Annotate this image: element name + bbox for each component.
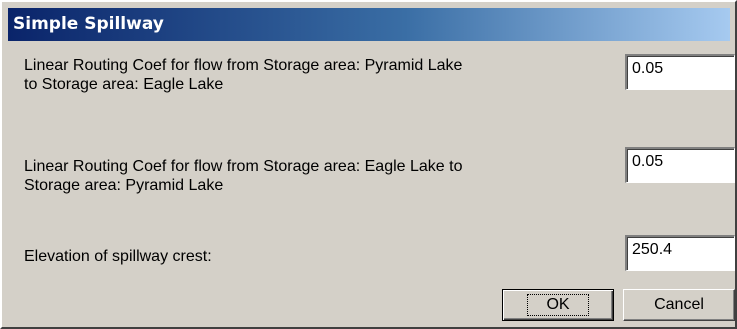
routing-coef-pyramid-to-eagle-label: Linear Routing Coef for flow from Storag… <box>24 56 462 94</box>
routing-coef-eagle-to-pyramid-label: Linear Routing Coef for flow from Storag… <box>24 157 462 195</box>
label-line: to Storage area: Eagle Lake <box>24 76 224 93</box>
spillway-crest-elevation-field[interactable] <box>625 235 735 271</box>
label-line: Linear Routing Coef for flow from Storag… <box>24 158 463 175</box>
routing-coef-pyramid-to-eagle-field[interactable] <box>625 54 735 90</box>
ok-button[interactable]: OK <box>502 289 614 321</box>
routing-coef-pyramid-to-eagle-input[interactable] <box>632 60 732 78</box>
cancel-button-label: Cancel <box>654 296 704 313</box>
spillway-crest-elevation-label: Elevation of spillway crest: <box>24 247 212 266</box>
routing-coef-eagle-to-pyramid-field[interactable] <box>625 147 735 183</box>
label-line: Elevation of spillway crest: <box>24 248 212 265</box>
cancel-button[interactable]: Cancel <box>623 289 735 321</box>
label-line: Storage area: Pyramid Lake <box>24 177 224 194</box>
simple-spillway-dialog: Simple Spillway Linear Routing Coef for … <box>0 0 737 329</box>
label-line: Linear Routing Coef for flow from Storag… <box>24 57 463 74</box>
ok-button-label: OK <box>527 294 589 316</box>
title-bar[interactable]: Simple Spillway <box>8 8 730 41</box>
routing-coef-eagle-to-pyramid-input[interactable] <box>632 153 732 171</box>
window-title: Simple Spillway <box>13 14 164 34</box>
spillway-crest-elevation-input[interactable] <box>632 241 732 259</box>
